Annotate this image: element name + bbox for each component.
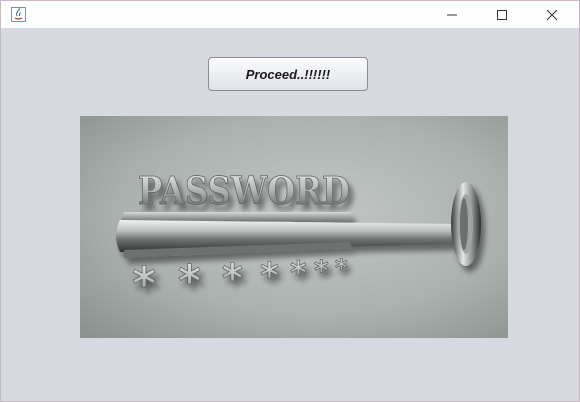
maximize-button[interactable] <box>479 1 525 28</box>
java-app-icon <box>11 7 26 22</box>
content-pane: Proceed..!!!!!! PASSWORD * * * * * * * <box>1 28 579 401</box>
close-button[interactable] <box>529 1 575 28</box>
maximize-icon <box>497 9 507 20</box>
minimize-icon <box>447 14 457 15</box>
password-key-image: PASSWORD * * * * * * * <box>80 116 508 338</box>
password-word: PASSWORD <box>138 168 350 213</box>
close-icon <box>547 9 557 20</box>
asterisk-symbol: * <box>290 254 307 292</box>
asterisk-symbol: * <box>222 256 243 302</box>
asterisk-symbol: * <box>132 257 156 311</box>
asterisk-symbol: * <box>314 254 329 287</box>
application-window: Proceed..!!!!!! PASSWORD * * * * * * * <box>0 0 580 402</box>
asterisk-symbol: * <box>260 256 279 297</box>
proceed-button[interactable]: Proceed..!!!!!! <box>208 57 368 91</box>
asterisk-symbol: * <box>178 256 201 307</box>
asterisk-symbol: * <box>335 254 348 282</box>
minimize-button[interactable] <box>429 1 475 28</box>
title-bar[interactable] <box>1 1 579 28</box>
